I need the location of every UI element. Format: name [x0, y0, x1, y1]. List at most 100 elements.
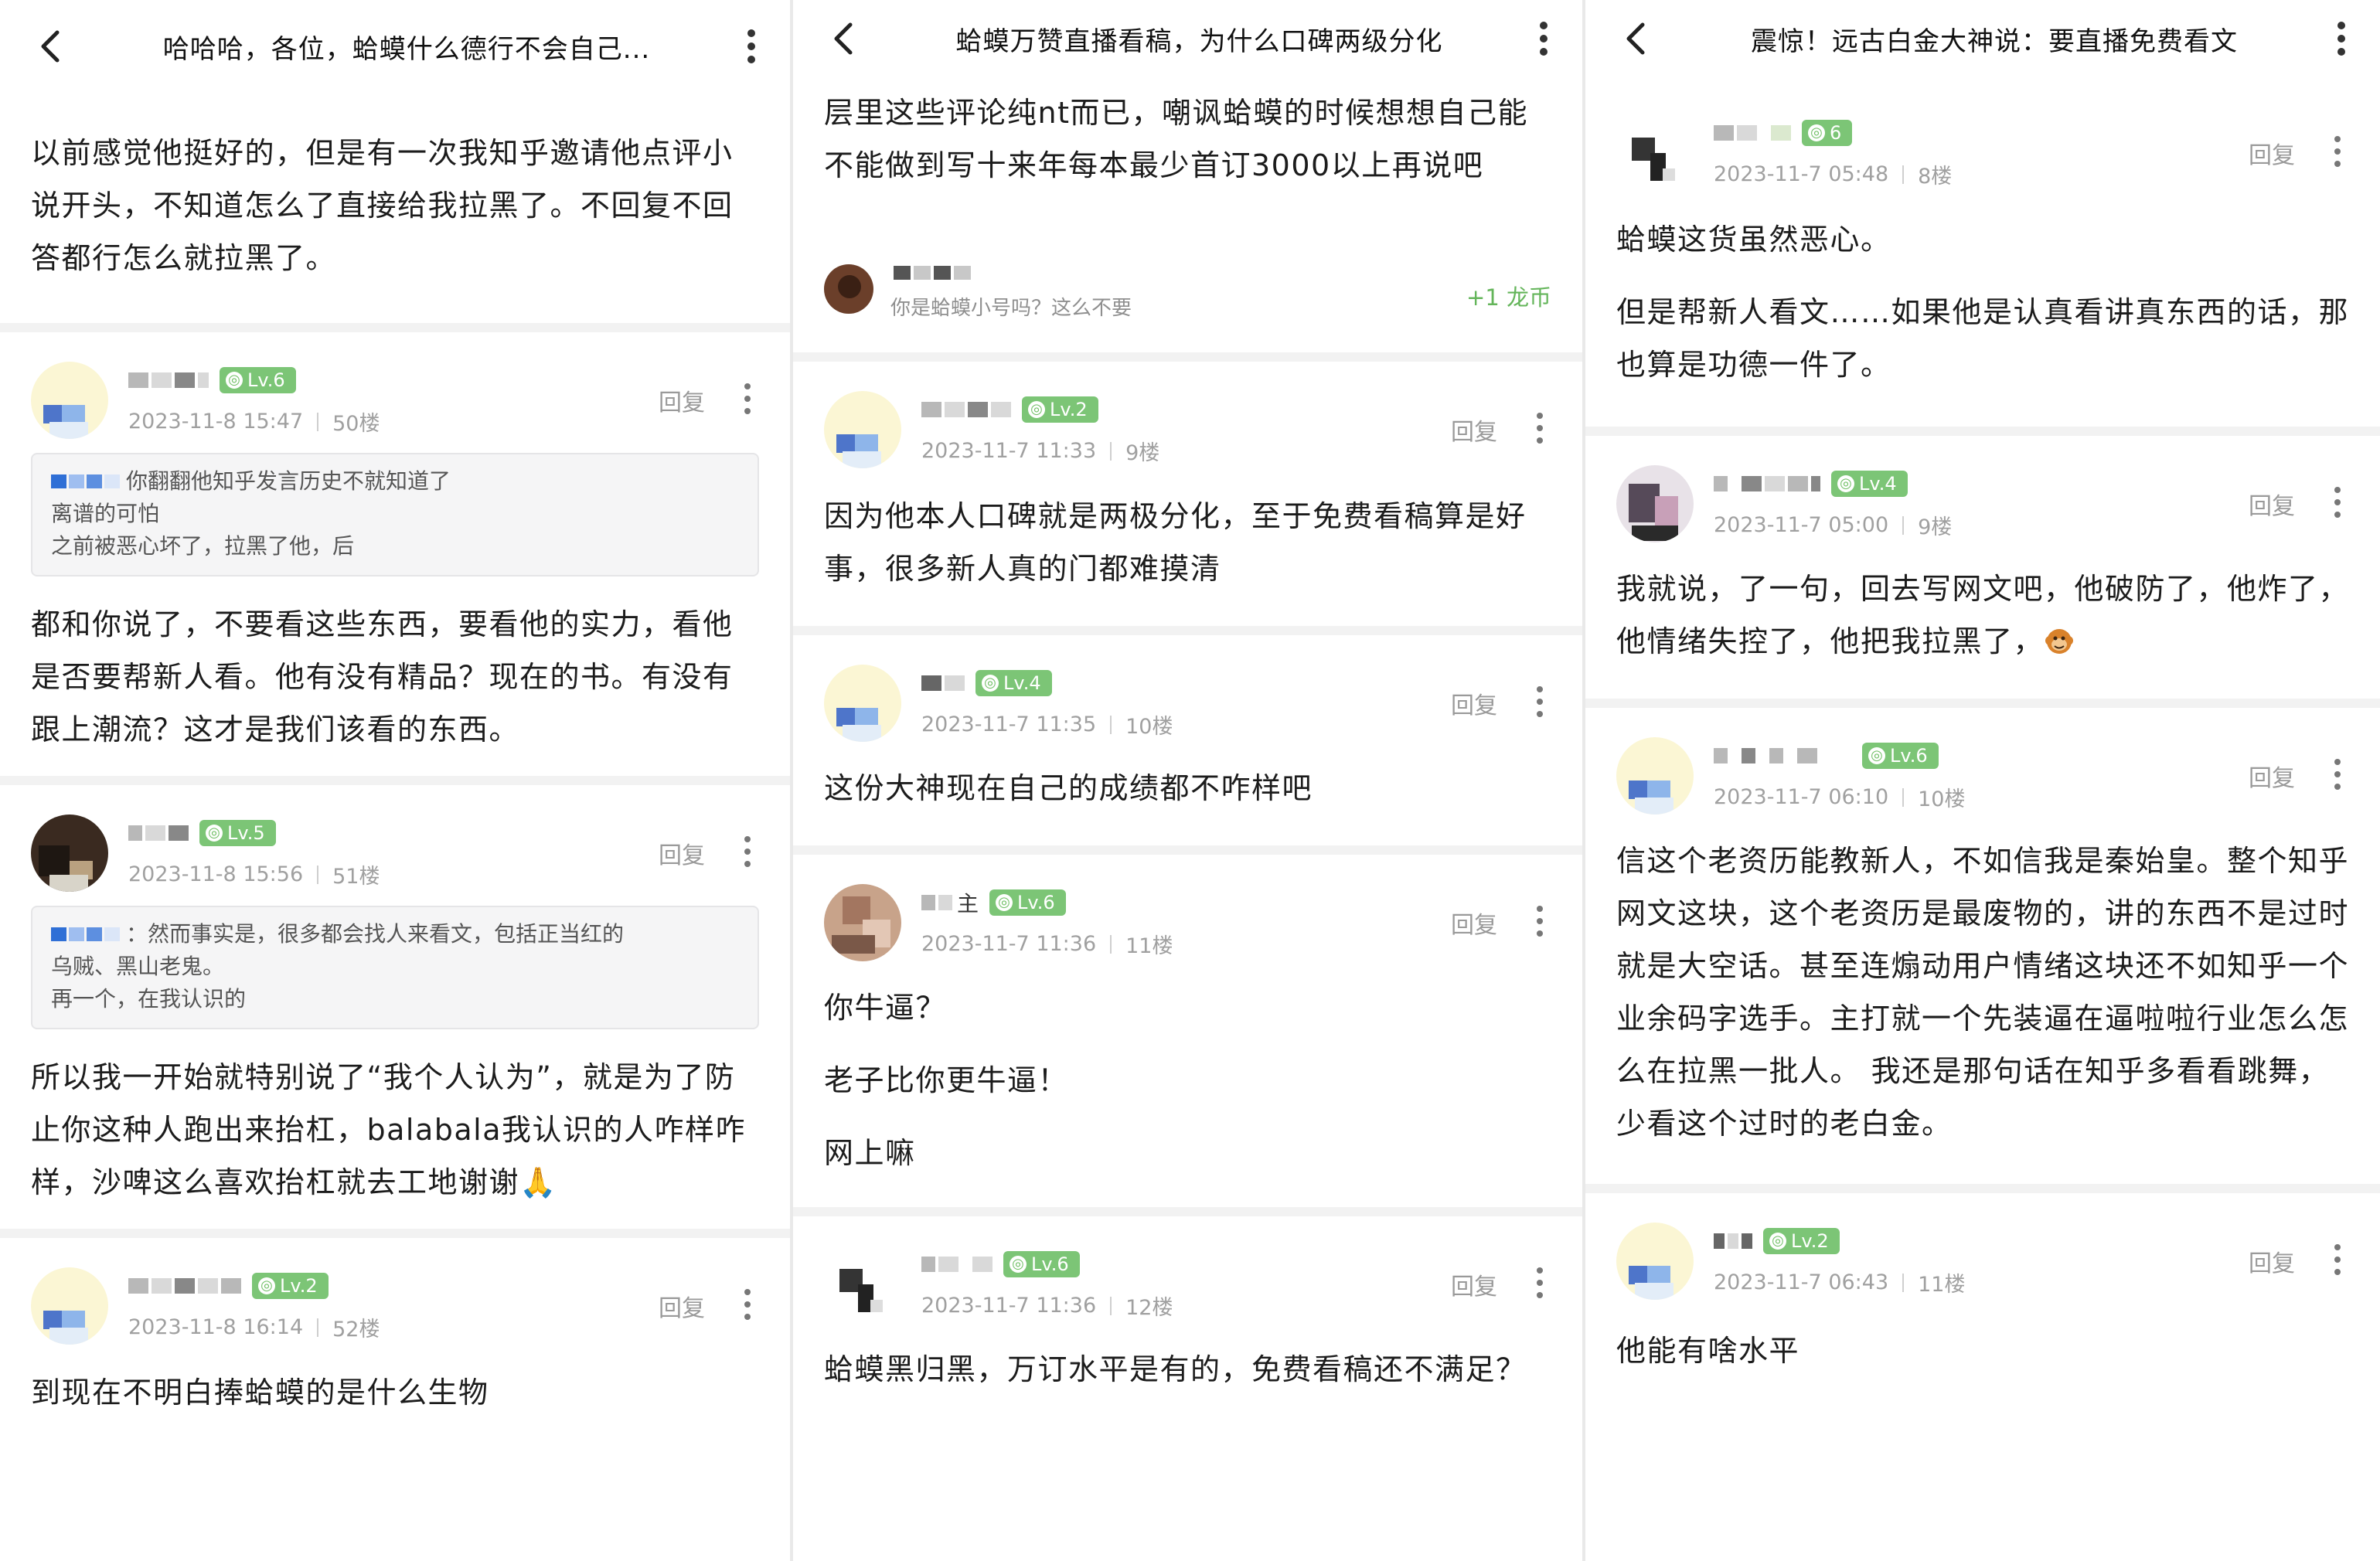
comment-more-button[interactable] [2326, 484, 2349, 521]
comment-more-button[interactable] [2326, 756, 2349, 793]
level-badge: ◎ Lv.6 [989, 889, 1066, 916]
avatar[interactable] [1616, 1223, 1694, 1300]
comment-more-button[interactable] [1528, 410, 1551, 447]
comment-meta: ◎ Lv.6 2023-11-7 06:10 10楼 回复 [1585, 708, 2380, 828]
back-button[interactable] [793, 0, 894, 77]
reply-button[interactable]: 回复 [1451, 686, 1497, 720]
comment-more-button[interactable] [2326, 1241, 2349, 1278]
avatar[interactable] [1616, 737, 1694, 815]
username-mosaic[interactable] [1714, 748, 1851, 763]
level-badge: ◎ Lv.4 [975, 670, 1052, 696]
comment-date: 2023-11-7 11:36 [921, 1294, 1097, 1318]
username-mosaic[interactable] [1714, 125, 1791, 141]
comment-text: 我就说，了一句，回去写网文吧，他破防了，他炸了，他情绪失控了，他把我拉黑了， [1585, 556, 2380, 699]
avatar[interactable] [1616, 465, 1694, 542]
level-text: Lv.2 [1050, 399, 1088, 420]
more-options-button[interactable] [1505, 0, 1582, 77]
level-text: Lv.6 [1031, 1253, 1069, 1275]
more-options-button[interactable] [713, 0, 790, 93]
comment-info: 2023-11-7 11:33 9楼 [921, 436, 1159, 466]
avatar[interactable] [824, 1246, 901, 1323]
floor-number: 8楼 [1918, 165, 1953, 189]
username-mosaic[interactable] [128, 372, 209, 388]
comment-info: 2023-11-7 06:43 11楼 [1714, 1267, 1965, 1297]
avatar[interactable] [31, 1267, 108, 1345]
comment-more-button[interactable] [736, 1286, 759, 1323]
comment-item: ◎ Lv.6 2023-11-8 15:47 50楼 回复 你翻翻他知乎发言历史不就… [0, 332, 790, 776]
divider [0, 1229, 790, 1238]
more-vertical-icon [2334, 759, 2341, 790]
more-vertical-icon [1537, 1267, 1543, 1298]
comment-paragraph: 我就说，了一句，回去写网文吧，他破防了，他炸了，他情绪失控了，他把我拉黑了， [1585, 563, 2380, 668]
comment-text: 所以我一开始就特别说了“我个人认为”，就是为了防止你这种人跑出来抬杠，balab… [0, 1051, 790, 1229]
username-mosaic[interactable] [921, 402, 1011, 417]
comment-item: ◎ 6 2023-11-7 05:48 8楼 回复 蛤蟆这货虽然恶心。 但是帮新人看… [1585, 85, 2380, 427]
comment-info: 2023-11-7 11:36 12楼 [921, 1291, 1173, 1321]
back-button[interactable] [0, 0, 100, 93]
more-vertical-icon [1540, 22, 1548, 56]
comment-date: 2023-11-8 15:56 [128, 862, 304, 886]
username-mosaic[interactable] [1714, 476, 1820, 491]
coin-reward: +1 龙币 [1466, 284, 1551, 311]
comment-item: ◎ Lv.6 2023-11-7 06:10 10楼 回复 信这个老资历能教新人，不… [1585, 708, 2380, 1184]
comment-more-button[interactable] [1528, 1264, 1551, 1301]
more-options-button[interactable] [2303, 0, 2380, 77]
top-bar: 震惊！远古白金大神说：要直播免费看文 [1585, 0, 2380, 77]
reply-button[interactable]: 回复 [2249, 1244, 2295, 1278]
quoted-reply[interactable]: 你翻翻他知乎发言历史不就知道了 离谱的可怕 之前被恶心坏了，拉黑了他，后 [31, 453, 759, 576]
floor-number: 51楼 [332, 865, 380, 889]
reply-button[interactable]: 回复 [2249, 136, 2295, 170]
reply-button[interactable]: 回复 [659, 836, 705, 870]
comment-date: 2023-11-8 15:47 [128, 410, 304, 434]
level-text: Lv.2 [280, 1275, 318, 1297]
comment-more-button[interactable] [1528, 903, 1551, 940]
reply-button[interactable]: 回复 [2249, 759, 2295, 793]
comment-more-button[interactable] [2326, 133, 2349, 170]
panel-3: 震惊！远古白金大神说：要直播免费看文 ◎ 6 2023-11-7 05:48 8楼 … [1585, 0, 2380, 1561]
username-mosaic[interactable] [921, 675, 965, 691]
username-mosaic[interactable] [921, 895, 952, 910]
reply-button[interactable]: 回复 [1451, 906, 1497, 940]
reply-button[interactable]: 回复 [1451, 1267, 1497, 1301]
avatar[interactable] [824, 264, 873, 314]
more-vertical-icon [2334, 1244, 2341, 1275]
comment-paragraph: 因为他本人口碑就是两极分化，至于免费看稿算是好事，很多新人真的门都难摸清 [824, 499, 1527, 586]
username-row: 主 ◎ Lv.6 [921, 886, 1066, 920]
back-button[interactable] [1585, 0, 1686, 77]
username-mosaic[interactable] [128, 825, 189, 841]
quote-line: 乌贼、黑山老鬼。 [51, 954, 225, 979]
comment-more-button[interactable] [736, 380, 759, 417]
divider [793, 352, 1582, 362]
comment-paragraph: 这份大神现在自己的成绩都不咋样吧 [824, 771, 1313, 805]
level-badge-icon: ◎ [1769, 1233, 1786, 1250]
reply-button[interactable]: 回复 [2249, 487, 2295, 521]
quoted-reply[interactable]: ：然而事实是，很多都会找人来看文，包括正当红的 乌贼、黑山老鬼。 再一个，在我认… [31, 906, 759, 1029]
reply-button[interactable]: 回复 [1451, 413, 1497, 447]
level-badge: ◎ Lv.2 [1763, 1228, 1840, 1254]
sub-reply[interactable]: 你是蛤蟆小号吗？这么不要 +1 龙币 [793, 249, 1582, 331]
avatar[interactable] [31, 362, 108, 439]
level-badge: ◎ Lv.6 [220, 367, 296, 393]
reply-button[interactable]: 回复 [659, 1289, 705, 1323]
avatar[interactable] [1616, 114, 1694, 192]
floor-number: 11楼 [1125, 934, 1173, 958]
username-mosaic[interactable] [921, 1257, 993, 1272]
avatar[interactable] [824, 884, 901, 961]
quoted-username-mosaic [51, 474, 120, 488]
avatar[interactable] [824, 665, 901, 742]
comment-more-button[interactable] [1528, 683, 1551, 720]
username-mosaic[interactable] [1714, 1233, 1752, 1249]
floor-number: 10楼 [1125, 715, 1173, 739]
avatar[interactable] [31, 815, 108, 892]
avatar[interactable] [824, 391, 901, 468]
username-mosaic [894, 266, 971, 280]
comment-more-button[interactable] [736, 833, 759, 870]
comment-item: ◎ Lv.6 2023-11-7 11:36 12楼 回复 蛤蟆黑归黑，万订水平是有… [793, 1216, 1582, 1416]
comment-paragraph-text: 我就说，了一句，回去写网文吧，他破防了，他炸了，他情绪失控了，他把我拉黑了， [1616, 572, 2350, 658]
level-badge-icon: ◎ [1808, 124, 1825, 141]
panel-1: 哈哈哈，各位，蛤蟆什么德行不会自己... 以前感觉他挺好的，但是有一次我知乎邀请… [0, 0, 790, 1561]
username-mosaic[interactable] [128, 1278, 241, 1294]
comment-info: 2023-11-8 15:56 51楼 [128, 859, 380, 889]
reply-button[interactable]: 回复 [659, 383, 705, 417]
floor-number: 12楼 [1125, 1296, 1173, 1320]
